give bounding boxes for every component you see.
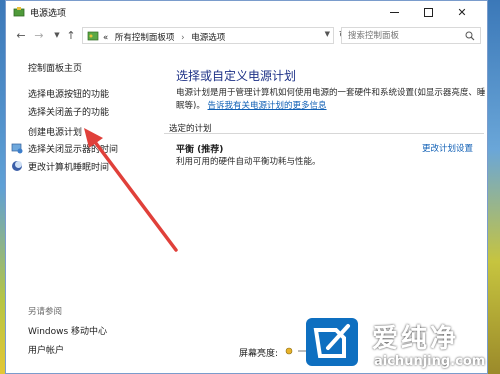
breadcrumb-all-items[interactable]: 所有控制面板项 bbox=[115, 33, 175, 43]
arrow-up-icon: ↑ bbox=[66, 28, 76, 42]
up-button[interactable]: ↑ bbox=[64, 28, 78, 42]
plan-balanced-description: 利用可用的硬件自动平衡功耗与性能。 bbox=[176, 157, 321, 167]
task-sleep-time[interactable]: 更改计算机睡眠时间 bbox=[28, 160, 109, 173]
monitor-shield-icon bbox=[11, 143, 23, 154]
search-box[interactable] bbox=[341, 27, 481, 44]
learn-more-link[interactable]: 告诉我有关电源计划的更多信息 bbox=[208, 101, 327, 111]
task-create-power-plan[interactable]: 创建电源计划 bbox=[28, 125, 82, 138]
see-also-mobility-center[interactable]: Windows 移动中心 bbox=[28, 324, 107, 337]
section-divider bbox=[164, 122, 484, 134]
maximize-button[interactable] bbox=[413, 1, 443, 23]
task-lid-close-function[interactable]: 选择关闭盖子的功能 bbox=[28, 105, 109, 118]
breadcrumb: « 所有控制面板项 › 电源选项 bbox=[103, 31, 225, 43]
minimize-icon bbox=[389, 11, 399, 13]
address-field[interactable]: « 所有控制面板项 › 电源选项 ▼ bbox=[82, 27, 334, 44]
see-also-user-accounts[interactable]: 用户帐户 bbox=[28, 343, 64, 356]
back-button[interactable]: ← bbox=[14, 28, 28, 42]
recent-locations-button[interactable]: ▼ bbox=[50, 28, 64, 42]
control-panel-icon bbox=[87, 31, 99, 41]
change-plan-settings-link[interactable]: 更改计划设置 bbox=[422, 142, 473, 154]
breadcrumb-power-options[interactable]: 电源选项 bbox=[191, 33, 225, 43]
search-icon bbox=[465, 31, 475, 41]
close-button[interactable]: ✕ bbox=[447, 1, 477, 23]
breadcrumb-separator-icon[interactable]: › bbox=[181, 33, 184, 43]
chevron-down-icon: ▼ bbox=[54, 31, 60, 39]
address-dropdown-icon[interactable]: ▼ bbox=[325, 30, 330, 38]
watermark-logo-icon bbox=[313, 324, 350, 358]
watermark-url: aichunjing.com bbox=[374, 354, 486, 369]
see-also-heading: 另请参阅 bbox=[28, 307, 63, 317]
moon-sleep-icon bbox=[12, 161, 22, 171]
watermark-brand: 爱纯净 bbox=[372, 324, 460, 354]
watermark: 爱纯净 aichunjing.com bbox=[302, 316, 500, 374]
brightness-sun-icon bbox=[285, 347, 293, 355]
breadcrumb-overflow[interactable]: « bbox=[103, 33, 108, 43]
selected-plan-heading: 选定的计划 bbox=[169, 124, 212, 134]
arrow-left-icon: ← bbox=[16, 28, 26, 42]
address-bar: ← → ▼ ↑ « 所有控制面板项 › 电源选项 ▼ ↻ bbox=[6, 25, 487, 47]
minimize-button[interactable] bbox=[379, 1, 409, 23]
arrow-right-icon: → bbox=[34, 28, 44, 42]
task-display-off-time[interactable]: 选择关闭显示器的时间 bbox=[28, 142, 118, 155]
left-pane: 控制面板主页 选择电源按钮的功能 选择关闭盖子的功能 创建电源计划 选择关闭显示… bbox=[6, 47, 156, 373]
watermark-logo bbox=[306, 318, 358, 366]
power-options-icon bbox=[13, 7, 25, 17]
plan-balanced-name[interactable]: 平衡 (推荐) bbox=[176, 142, 223, 155]
close-icon: ✕ bbox=[457, 5, 467, 19]
control-panel-home-link[interactable]: 控制面板主页 bbox=[28, 61, 82, 74]
maximize-icon bbox=[423, 7, 433, 17]
page-title: 选择或自定义电源计划 bbox=[176, 69, 297, 83]
title-bar: 电源选项 ✕ bbox=[6, 1, 487, 23]
window-title: 电源选项 bbox=[30, 9, 67, 19]
search-input[interactable] bbox=[342, 28, 460, 43]
page-description: 电源计划是用于管理计算机如何使用电源的一套硬件和系统设置(如显示器亮度、睡眠等)… bbox=[176, 87, 487, 113]
forward-button[interactable]: → bbox=[32, 28, 46, 42]
screen-brightness-label: 屏幕亮度: bbox=[239, 349, 279, 359]
task-power-button-function[interactable]: 选择电源按钮的功能 bbox=[28, 87, 109, 100]
